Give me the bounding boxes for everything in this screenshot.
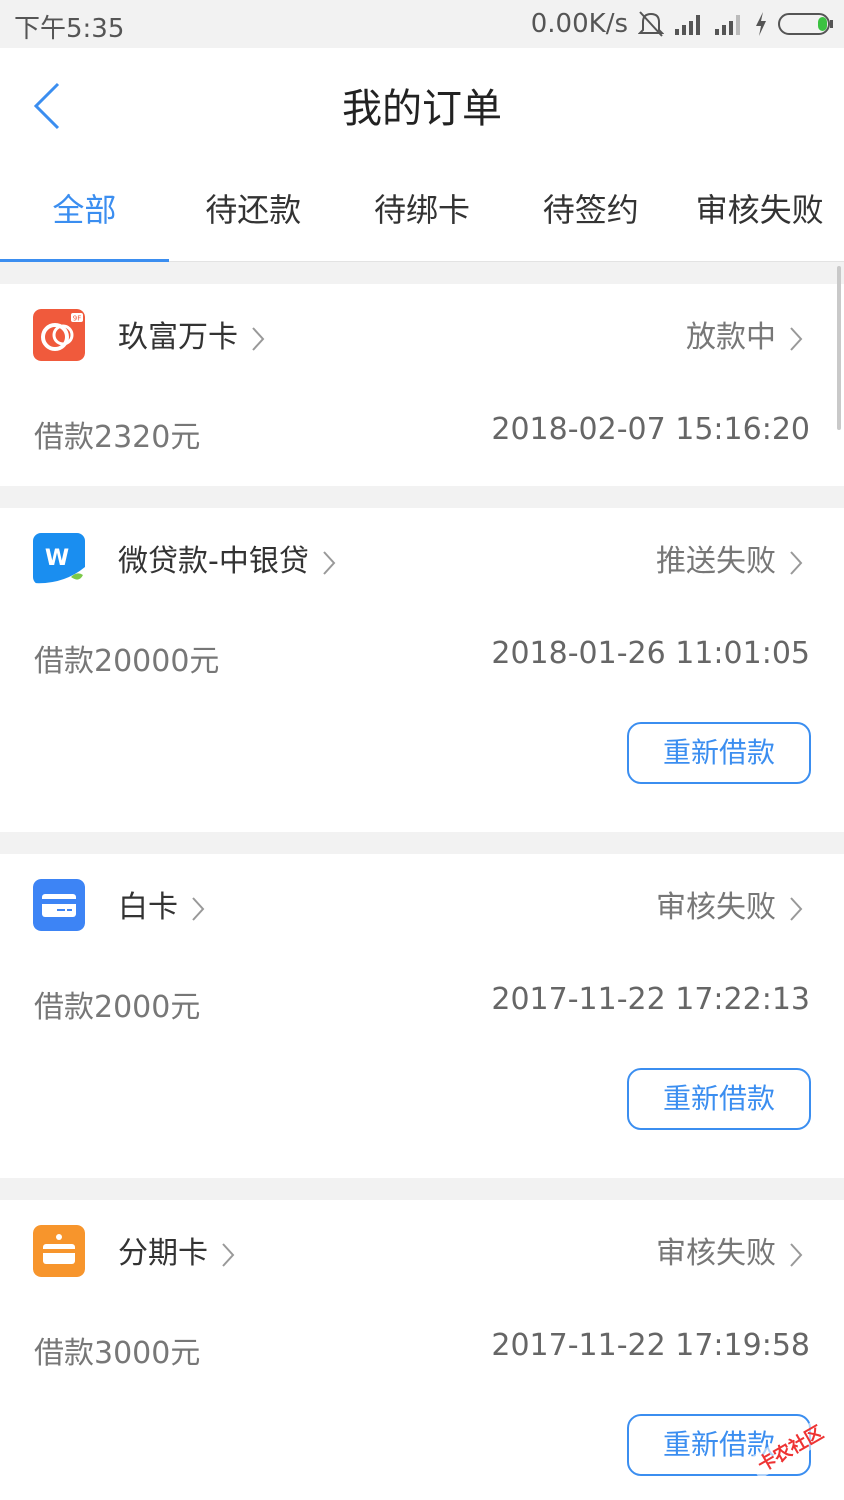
svg-text:9F: 9F [73, 315, 81, 323]
loan-amount: 借款20000元 [34, 644, 220, 679]
tab-review-failed[interactable]: 审核失败 [675, 162, 844, 261]
network-speed: 0.00K/s [530, 9, 628, 39]
order-status: 审核失败 [656, 1236, 776, 1271]
scrollbar[interactable] [837, 266, 841, 430]
order-date: 2018-01-26 11:01:05 [491, 636, 810, 671]
order-product-link[interactable]: 微贷款-中银贷 [118, 536, 337, 580]
chevron-right-icon [790, 897, 803, 921]
chevron-right-icon [790, 1243, 803, 1267]
order-status: 放款中 [686, 320, 776, 355]
order-tabs: 全部 待还款 待绑卡 待签约 审核失败 [0, 162, 844, 262]
order-product-link[interactable]: 分期卡 [118, 1228, 236, 1272]
signal-icon [675, 15, 700, 35]
product-name: 分期卡 [118, 1236, 208, 1271]
status-bar: 下午5:35 0.00K/s [0, 0, 844, 48]
product-name: 白卡 [118, 890, 178, 925]
order-product-link[interactable]: 玖富万卡 [118, 312, 266, 356]
order-list: 9F 玖富万卡 放款中 借款2320元 2018-02-07 15:16:20 [0, 262, 844, 1500]
order-product-link[interactable]: 白卡 [118, 882, 206, 926]
order-card: 白卡 审核失败 借款2000元 2017-11-22 17:22:13 重新借款 [0, 854, 844, 1178]
chevron-right-icon [192, 897, 205, 921]
reapply-loan-button[interactable]: 重新借款 [627, 1068, 811, 1130]
tab-all[interactable]: 全部 [0, 162, 169, 262]
order-date: 2018-02-07 15:16:20 [491, 412, 810, 447]
card-logo-icon [33, 879, 85, 931]
order-card: 分期卡 审核失败 借款3000元 2017-11-22 17:19:58 重新借… [0, 1200, 844, 1500]
battery-icon [778, 13, 833, 35]
tab-pending-card-binding[interactable]: 待绑卡 [338, 162, 507, 261]
page-title: 我的订单 [342, 86, 502, 132]
order-status-link[interactable]: 放款中 [686, 312, 804, 356]
nav-bar: 我的订单 [0, 48, 844, 162]
chevron-right-icon [790, 551, 803, 575]
mute-bell-icon [638, 11, 664, 37]
reapply-loan-button[interactable]: 重新借款 [627, 722, 811, 784]
charging-bolt-icon [756, 12, 766, 36]
weidai-logo-icon: W [33, 533, 85, 585]
tab-pending-signing[interactable]: 待签约 [506, 162, 675, 261]
status-icons: 0.00K/s [531, 8, 834, 40]
order-card: 9F 玖富万卡 放款中 借款2320元 2018-02-07 15:16:20 [0, 284, 844, 486]
tab-pending-repayment[interactable]: 待还款 [169, 162, 338, 261]
order-date: 2017-11-22 17:22:13 [491, 982, 810, 1017]
installment-card-logo-icon [33, 1225, 85, 1277]
status-time: 下午5:35 [14, 14, 125, 44]
watermark-logo: 卡农社区 [744, 1408, 836, 1488]
chevron-right-icon [252, 327, 265, 351]
svg-text:W: W [45, 546, 69, 571]
order-date: 2017-11-22 17:19:58 [491, 1328, 810, 1363]
signal-icon-2 [715, 15, 740, 35]
product-name: 微贷款-中银贷 [118, 544, 309, 579]
chevron-right-icon [323, 551, 336, 575]
chevron-right-icon [790, 327, 803, 351]
order-status: 审核失败 [656, 890, 776, 925]
loan-amount: 借款2320元 [34, 420, 201, 455]
loan-amount: 借款2000元 [34, 990, 201, 1025]
order-card: W 微贷款-中银贷 推送失败 借款20000元 2018-01-26 11:01… [0, 508, 844, 832]
chevron-right-icon [222, 1243, 235, 1267]
order-status-link[interactable]: 审核失败 [656, 882, 804, 926]
order-status-link[interactable]: 审核失败 [656, 1228, 804, 1272]
order-status: 推送失败 [656, 544, 776, 579]
loan-amount: 借款3000元 [34, 1336, 201, 1371]
product-name: 玖富万卡 [118, 320, 238, 355]
jiufu-logo-icon: 9F [33, 309, 85, 361]
order-status-link[interactable]: 推送失败 [656, 536, 804, 580]
